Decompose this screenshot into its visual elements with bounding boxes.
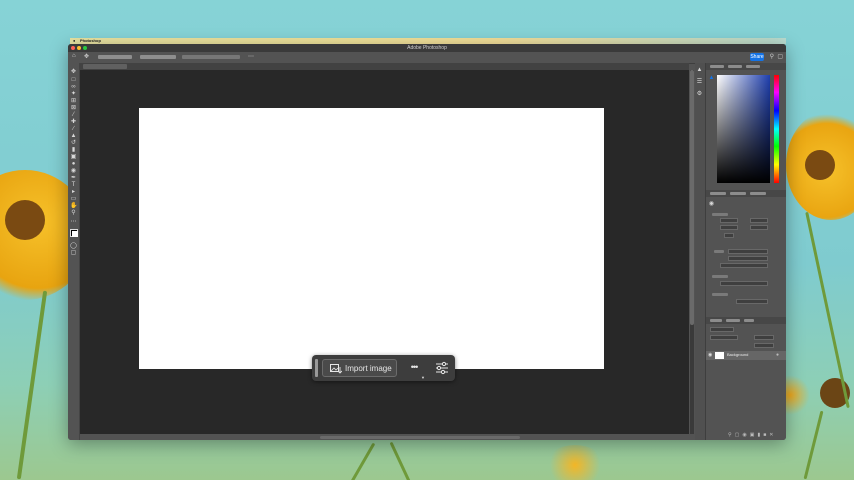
y-field[interactable]: [750, 225, 768, 230]
edit-toolbar-icon[interactable]: ⋯: [70, 219, 77, 225]
settings-sliders-icon[interactable]: [434, 359, 450, 377]
layers-footer-icons[interactable]: ⚲▢◉▣▮■✕: [728, 432, 776, 438]
screen-mode-icon[interactable]: ▢: [70, 250, 77, 256]
blur-tool-icon[interactable]: ●: [70, 161, 77, 167]
contextual-task-bar: Import image ••• ▼: [312, 355, 455, 381]
adjustments-panel-tab[interactable]: [730, 192, 746, 195]
quick-select-tool-icon[interactable]: ✦: [70, 91, 77, 97]
marquee-tool-icon[interactable]: □: [70, 77, 77, 83]
properties-panel-icon[interactable]: ⚙: [696, 91, 703, 97]
rulers-section-label: [712, 275, 728, 278]
more-options-button[interactable]: •••: [406, 359, 422, 377]
layer-row-background[interactable]: ◉ Background ●: [706, 351, 786, 360]
layer-thumbnail: [715, 352, 724, 359]
auto-select-dropdown[interactable]: [98, 55, 132, 59]
width-field[interactable]: [720, 218, 738, 223]
guides-section-label: [712, 293, 728, 296]
background-color-swatch[interactable]: [72, 231, 78, 237]
vertical-scrollbar[interactable]: [690, 70, 694, 434]
bit-depth-dropdown[interactable]: [728, 256, 768, 261]
gradients-panel-tab[interactable]: [746, 65, 760, 68]
workspace-icon[interactable]: ▢: [777, 53, 783, 60]
right-panels: ▲ ◉ ◉ Background ● ⚲▢◉▣▮■✕: [706, 63, 786, 440]
home-icon[interactable]: ⌂: [72, 53, 76, 59]
adjustments-panel-icon[interactable]: ☰: [696, 79, 703, 85]
fill-color-dropdown[interactable]: [720, 263, 768, 268]
resolution-label: [714, 250, 724, 253]
stamp-tool-icon[interactable]: ▲: [70, 133, 77, 139]
move-tool-icon[interactable]: ✥: [84, 53, 89, 60]
properties-panel-tab[interactable]: [710, 192, 726, 195]
swatches-panel-tab[interactable]: [728, 65, 742, 68]
brush-tool-icon[interactable]: ∕: [70, 126, 77, 132]
channels-panel-tab[interactable]: [726, 319, 740, 322]
share-button[interactable]: Share: [750, 53, 764, 61]
move-tool-icon[interactable]: ✥: [70, 69, 77, 75]
document-tab[interactable]: [83, 64, 127, 69]
hand-tool-icon[interactable]: ✋: [70, 203, 77, 209]
type-tool-icon[interactable]: T: [70, 182, 77, 188]
document-canvas[interactable]: [139, 108, 604, 369]
opacity-field[interactable]: [754, 335, 774, 340]
apple-icon[interactable]: ●: [73, 38, 75, 43]
path-select-tool-icon[interactable]: ▸: [70, 189, 77, 195]
quick-mask-icon[interactable]: ◯: [70, 243, 77, 249]
libraries-panel-tab[interactable]: [750, 192, 766, 195]
mode-dropdown[interactable]: [728, 249, 768, 254]
layer-filter-dropdown[interactable]: [710, 327, 734, 332]
more-options-icon[interactable]: ⋯: [248, 53, 254, 60]
lasso-tool-icon[interactable]: ∞: [70, 84, 77, 90]
window-title: Adobe Photoshop: [407, 45, 447, 51]
tools-panel: ✥ □ ∞ ✦ ⊞ ⊠ ⁄ ✚ ∕ ▲ ↺ ▮ ▣ ● ◉ ✒ T ▸ ▭ ✋ …: [68, 63, 80, 440]
ruler-units-dropdown[interactable]: [720, 281, 768, 286]
align-icons[interactable]: [182, 55, 240, 59]
dodge-tool-icon[interactable]: ◉: [70, 168, 77, 174]
canvas-section-label: [712, 213, 728, 216]
gradient-tool-icon[interactable]: ▣: [70, 154, 77, 160]
paths-panel-tab[interactable]: [744, 319, 754, 322]
zoom-tool-icon[interactable]: ⚲: [70, 210, 77, 216]
properties-panel-header: [706, 190, 786, 197]
vertical-scroll-thumb[interactable]: [690, 70, 694, 325]
layers-panel-header: [706, 317, 786, 324]
menu-app-name[interactable]: Photoshop: [80, 38, 101, 43]
image-import-icon: [330, 364, 342, 374]
import-image-label: Import image: [345, 364, 392, 373]
color-mode-icon[interactable]: ▲: [708, 75, 715, 81]
layers-panel-tab[interactable]: [710, 319, 722, 322]
document-properties-icon: ◉: [708, 201, 715, 207]
shape-tool-icon[interactable]: ▭: [70, 196, 77, 202]
import-image-button[interactable]: Import image: [322, 359, 397, 377]
healing-tool-icon[interactable]: ✚: [70, 119, 77, 125]
blend-mode-dropdown[interactable]: [710, 335, 738, 340]
color-panel-icon[interactable]: ▲: [696, 67, 703, 73]
height-field[interactable]: [720, 225, 738, 230]
eraser-tool-icon[interactable]: ▮: [70, 147, 77, 153]
color-panel-tab[interactable]: [710, 65, 724, 68]
x-field[interactable]: [750, 218, 768, 223]
orientation-toggle[interactable]: [724, 233, 734, 238]
eye-icon[interactable]: ◉: [708, 352, 712, 358]
fill-field[interactable]: [754, 343, 774, 348]
search-icon[interactable]: ⚲: [770, 53, 774, 60]
document-tab-bar: [79, 63, 689, 70]
history-brush-tool-icon[interactable]: ↺: [70, 140, 77, 146]
photoshop-window: Adobe Photoshop ⌂ ✥ ⋯ Share ⚲ ▢ ✥ □ ∞ ✦ …: [68, 44, 786, 440]
frame-tool-icon[interactable]: ⊠: [70, 105, 77, 111]
color-panel-header: [706, 63, 786, 70]
horizontal-scrollbar[interactable]: [320, 436, 520, 439]
transform-controls-toggle[interactable]: [140, 55, 176, 59]
title-bar: Adobe Photoshop: [68, 44, 786, 52]
hue-slider[interactable]: [774, 75, 779, 183]
guides-dropdown[interactable]: [736, 299, 768, 304]
color-picker-field[interactable]: [717, 75, 770, 183]
pen-tool-icon[interactable]: ✒: [70, 175, 77, 181]
layer-name: Background: [727, 352, 749, 357]
chevron-down-icon[interactable]: ▼: [421, 375, 425, 380]
drag-handle[interactable]: [315, 359, 318, 377]
lock-icon[interactable]: ●: [776, 352, 779, 358]
panel-icon-strip: ▲ ☰ ⚙: [695, 63, 706, 440]
crop-tool-icon[interactable]: ⊞: [70, 98, 77, 104]
eyedropper-tool-icon[interactable]: ⁄: [70, 112, 77, 118]
